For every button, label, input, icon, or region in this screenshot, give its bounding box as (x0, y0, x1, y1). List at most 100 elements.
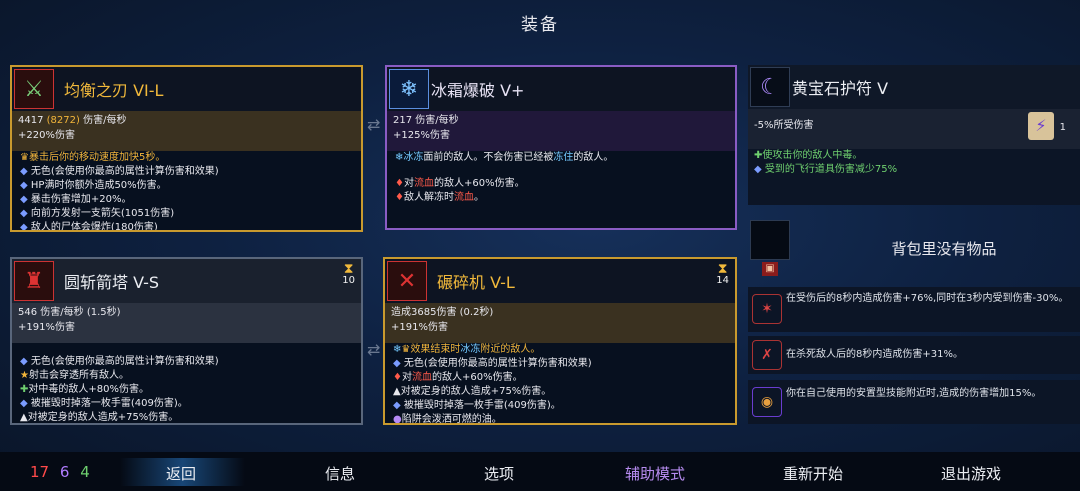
swap-arrow-icon: ⇄ (367, 115, 381, 134)
affix-line: 附近的敌人。 (480, 344, 541, 355)
affix-line: 对 (403, 178, 414, 189)
mutation-icon: ✶ (752, 294, 782, 324)
diamond-icon: ◆ (393, 358, 401, 369)
item-affixes: ◆ 无色(会使用你最高的属性计算伤害和效果) ★射击会穿透所有敌人。 ✚对中毒的… (12, 341, 361, 423)
cooldown-value: 10 (342, 275, 355, 286)
backpack-icon: ▣ (762, 262, 778, 276)
sword-icon: ⚔ (14, 69, 54, 109)
affix-line: 。 (473, 192, 484, 203)
item-affixes: ❄冰冻面前的敌人。不会伤害已经被冻住的敌人。 ♦对流血的敌人+60%伤害。 ♦敌… (387, 149, 735, 207)
weapon-card-primary[interactable]: ⚔ 均衡之刃 VI-L 4417 (8272) 伤害/每秒 +220%伤害 ♛暴… (10, 65, 363, 232)
dps-value: 217 伤害/每秒 (393, 115, 459, 126)
amulet-card[interactable]: ☾ 黄宝石护符 V -5%所受伤害 ⚡ 1 ✚使攻击你的敌人中毒。 ◆ 受到的飞… (748, 65, 1080, 205)
affix-line: 对中毒的敌人+80%伤害。 (28, 384, 149, 395)
keyword: 冻住 (553, 152, 574, 163)
card-header: ⚔ 均衡之刃 VI-L (12, 67, 361, 111)
tactics-count: 6 (59, 463, 70, 481)
dps-value: 546 伤害/每秒 (1.5秒) (18, 307, 121, 318)
card-header: ♜ 圆斩箭塔 V-S ⧗ 10 (12, 259, 361, 303)
crusher-icon: ✕ (387, 261, 427, 301)
diamond-icon: ◆ (393, 400, 401, 411)
crown-icon: ♛ (20, 152, 29, 163)
item-affixes: ❄♛效果结束时冰冻附近的敌人。 ◆ 无色(会使用你最高的属性计算伤害和效果) ♦… (385, 341, 735, 425)
lock-icon: ▲ (393, 386, 401, 397)
brutality-count: 17 (30, 463, 50, 481)
item-name: 黄宝石护符 V (792, 79, 889, 98)
card-header: ✕ 碾碎机 V-L ⧗ 14 (385, 259, 735, 303)
mutation-text: 在受伤后的8秒内造成伤害+76%,同时在3秒内受到伤害-30%。 (786, 293, 1069, 304)
item-stats: 4417 (8272) 伤害/每秒 +220%伤害 (12, 111, 361, 151)
affix-line: 受到的飞行道具伤害减少75% (764, 164, 898, 175)
lock-icon: ▲ (20, 412, 28, 423)
diamond-icon: ◆ (20, 180, 28, 191)
diamond-icon: ◆ (754, 164, 762, 175)
screen-title: 装备 (521, 15, 559, 35)
affix-line: 效果结束时 (410, 344, 461, 355)
affix-line: 无色(会使用你最高的属性计算伤害和效果) (30, 166, 219, 177)
options-button[interactable]: 选项 (484, 463, 514, 484)
affix-line: 被摧毁时掉落一枚手雷(409伤害)。 (403, 400, 561, 411)
skill-card-secondary[interactable]: ✕ 碾碎机 V-L ⧗ 14 造成3685伤害 (0.2秒) +191%伤害 ❄♛… (383, 257, 737, 425)
cooldown-value: 14 (716, 275, 729, 286)
backpack-panel[interactable]: ▣ 背包里没有物品 (748, 218, 1080, 278)
mutation-text: 在杀死敌人后的8秒内造成伤害+31%。 (786, 349, 963, 360)
turret-icon: ♜ (14, 261, 54, 301)
mutation-icon: ✗ (752, 340, 782, 370)
affix-line: 无色(会使用你最高的属性计算伤害和效果) (30, 356, 219, 367)
damage-bonus: +191%伤害 (18, 322, 75, 333)
diamond-icon: ◆ (20, 356, 28, 367)
skill-card-primary[interactable]: ♜ 圆斩箭塔 V-S ⧗ 10 546 伤害/每秒 (1.5秒) +191%伤害 … (10, 257, 363, 425)
mutation-row[interactable]: ✗ 在杀死敌人后的8秒内造成伤害+31%。 (748, 336, 1080, 374)
item-name: 均衡之刃 VI-L (64, 81, 164, 100)
affix-line: 被摧毁时掉落一枚手雷(409伤害)。 (30, 398, 188, 409)
oil-icon: ● (393, 414, 402, 425)
defense-bonus: -5%所受伤害 (754, 120, 814, 131)
dps-value: 4417 (18, 115, 44, 126)
crown-icon: ♛ (401, 344, 411, 355)
affix-line: 向前方发射一支箭矢(1051伤害) (30, 208, 175, 219)
back-button[interactable]: 返回 (166, 463, 196, 484)
item-stats: 造成3685伤害 (0.2秒) +191%伤害 (385, 303, 735, 343)
affix-line: 暴击后你的移动速度加快5秒。 (28, 152, 166, 163)
affix-line: 敌人解冻时 (403, 192, 454, 203)
affix-line: 面前的敌人。不会伤害已经被 (423, 152, 554, 163)
mutation-row[interactable]: ◉ 你在自己使用的安置型技能附近时,造成的伤害增加15%。 (748, 380, 1080, 424)
diamond-icon: ◆ (20, 222, 28, 232)
item-name: 碾碎机 V-L (437, 273, 515, 292)
restart-button[interactable]: 重新开始 (783, 463, 843, 484)
dps-crit-value: (8272) (46, 115, 80, 126)
affix-line: 的敌人+60%伤害。 (433, 178, 525, 189)
affix-line: 陷阱会泼洒可燃的油。 (401, 414, 502, 425)
item-affixes: ✚使攻击你的敌人中毒。 ◆ 受到的飞行道具伤害减少75% (748, 147, 1080, 179)
hourglass-icon: ⧗ (717, 261, 728, 277)
keyword: 冰冻 (403, 152, 424, 163)
mutation-row[interactable]: ✶ 在受伤后的8秒内造成伤害+76%,同时在3秒内受到伤害-30%。 (748, 287, 1080, 332)
affix-line: 敌人的尸体会爆炸(180伤害) (30, 222, 158, 232)
weapon-card-secondary[interactable]: ❄ 冰霜爆破 V+ 217 伤害/每秒 +125%伤害 ❄冰冻面前的敌人。不会伤… (385, 65, 737, 230)
affix-line: 对 (401, 372, 412, 383)
affix-line: 对被定身的敌人造成+75%伤害。 (400, 386, 552, 397)
affix-line: 的敌人。 (573, 152, 614, 163)
assist-mode-button[interactable]: 辅助模式 (625, 463, 685, 484)
bleed-icon: ♦ (395, 178, 404, 189)
item-stats: -5%所受伤害 ⚡ 1 (748, 109, 1080, 149)
damage-bonus: +220%伤害 (18, 130, 75, 141)
quit-game-button[interactable]: 退出游戏 (941, 463, 1001, 484)
hourglass-icon: ⧗ (343, 261, 354, 277)
mutation-icon: ◉ (752, 387, 782, 417)
dps-value: 造成3685伤害 (0.2秒) (391, 307, 494, 318)
keyword: 流血 (411, 372, 432, 383)
keyword: 流血 (453, 192, 474, 203)
affix-line: 无色(会使用你最高的属性计算伤害和效果) (403, 358, 592, 369)
swap-arrow-icon: ⇄ (367, 340, 381, 359)
item-name: 圆斩箭塔 V-S (64, 273, 160, 292)
cooldown-timer: ⧗ 14 (716, 261, 729, 287)
keyword: 流血 (413, 178, 434, 189)
diamond-icon: ◆ (20, 398, 28, 409)
diamond-icon: ◆ (20, 208, 28, 219)
item-stats: 546 伤害/每秒 (1.5秒) +191%伤害 (12, 303, 361, 343)
info-button[interactable]: 信息 (325, 463, 355, 484)
star-icon: ★ (20, 370, 29, 381)
affix-line: 对被定身的敌人造成+75%伤害。 (27, 412, 179, 423)
damage-bonus: +191%伤害 (391, 322, 448, 333)
